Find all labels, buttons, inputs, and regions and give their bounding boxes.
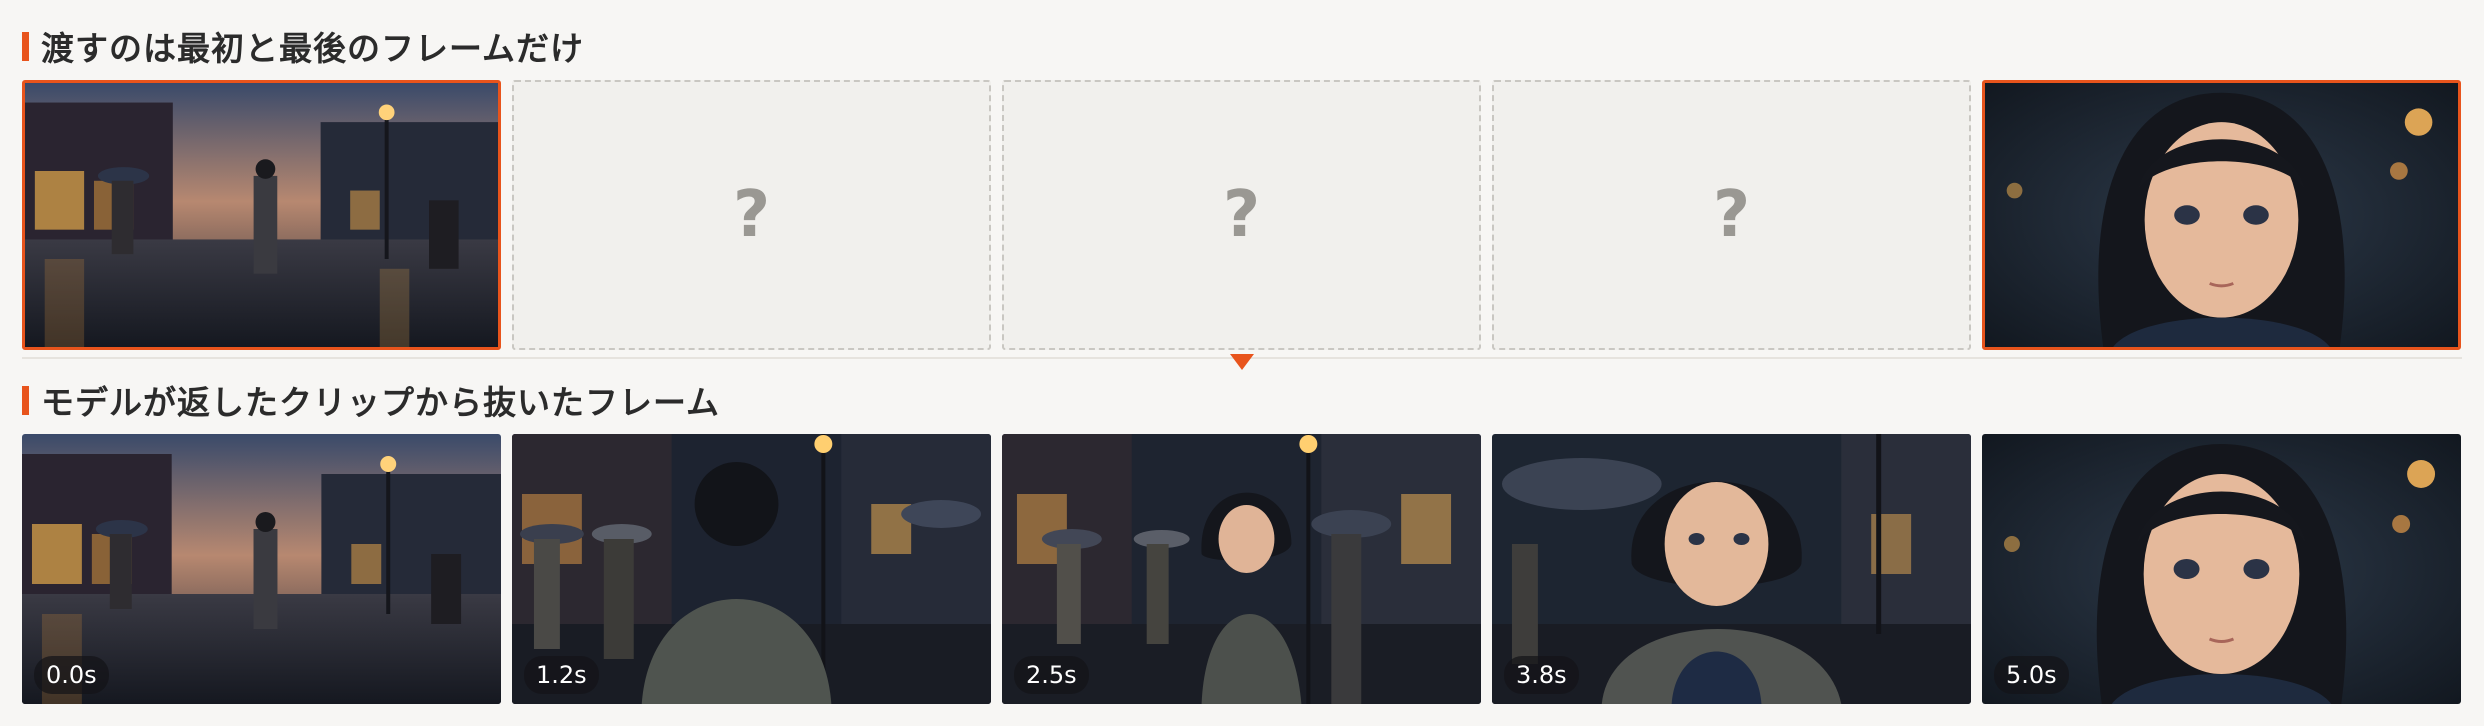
section-title-text: 渡すのは最初と最後のフレームだけ — [41, 29, 585, 68]
output-frame: 3.8s — [1492, 434, 1971, 704]
section-title-text: モデルが返したクリップから抜いたフレーム — [41, 383, 721, 422]
timestamp-badge: 0.0s — [34, 656, 109, 694]
unknown-frame-placeholder: ? — [1492, 80, 1971, 350]
input-frames-row: ? ? ? — [22, 80, 2461, 350]
question-mark-icon: ? — [732, 178, 771, 252]
accent-bar — [22, 385, 29, 415]
first-frame-thumbnail — [22, 80, 501, 350]
unknown-frame-placeholder: ? — [512, 80, 991, 350]
section-title-output-frames: モデルが返したクリップから抜いたフレーム — [22, 376, 720, 424]
accent-bar — [22, 31, 29, 61]
timestamp-badge: 3.8s — [1504, 656, 1579, 694]
timestamp-badge: 2.5s — [1014, 656, 1089, 694]
girl-closeup-image — [1985, 83, 2458, 347]
unknown-frame-placeholder: ? — [1002, 80, 1481, 350]
arrow-down-icon — [1230, 354, 1254, 370]
question-mark-icon: ? — [1712, 178, 1751, 252]
last-frame-thumbnail — [1982, 80, 2461, 350]
output-frame: 1.2s — [512, 434, 991, 704]
timestamp-badge: 5.0s — [1994, 656, 2069, 694]
section-title-input-frames: 渡すのは最初と最後のフレームだけ — [22, 22, 584, 70]
output-frames-row: 0.0s 1.2s 2.5s 3.8s 5.0s — [22, 434, 2461, 704]
timestamp-badge: 1.2s — [524, 656, 599, 694]
rainy-street-image — [25, 83, 498, 347]
output-frame: 2.5s — [1002, 434, 1481, 704]
question-mark-icon: ? — [1222, 178, 1261, 252]
output-frame: 5.0s — [1982, 434, 2461, 704]
output-frame: 0.0s — [22, 434, 501, 704]
